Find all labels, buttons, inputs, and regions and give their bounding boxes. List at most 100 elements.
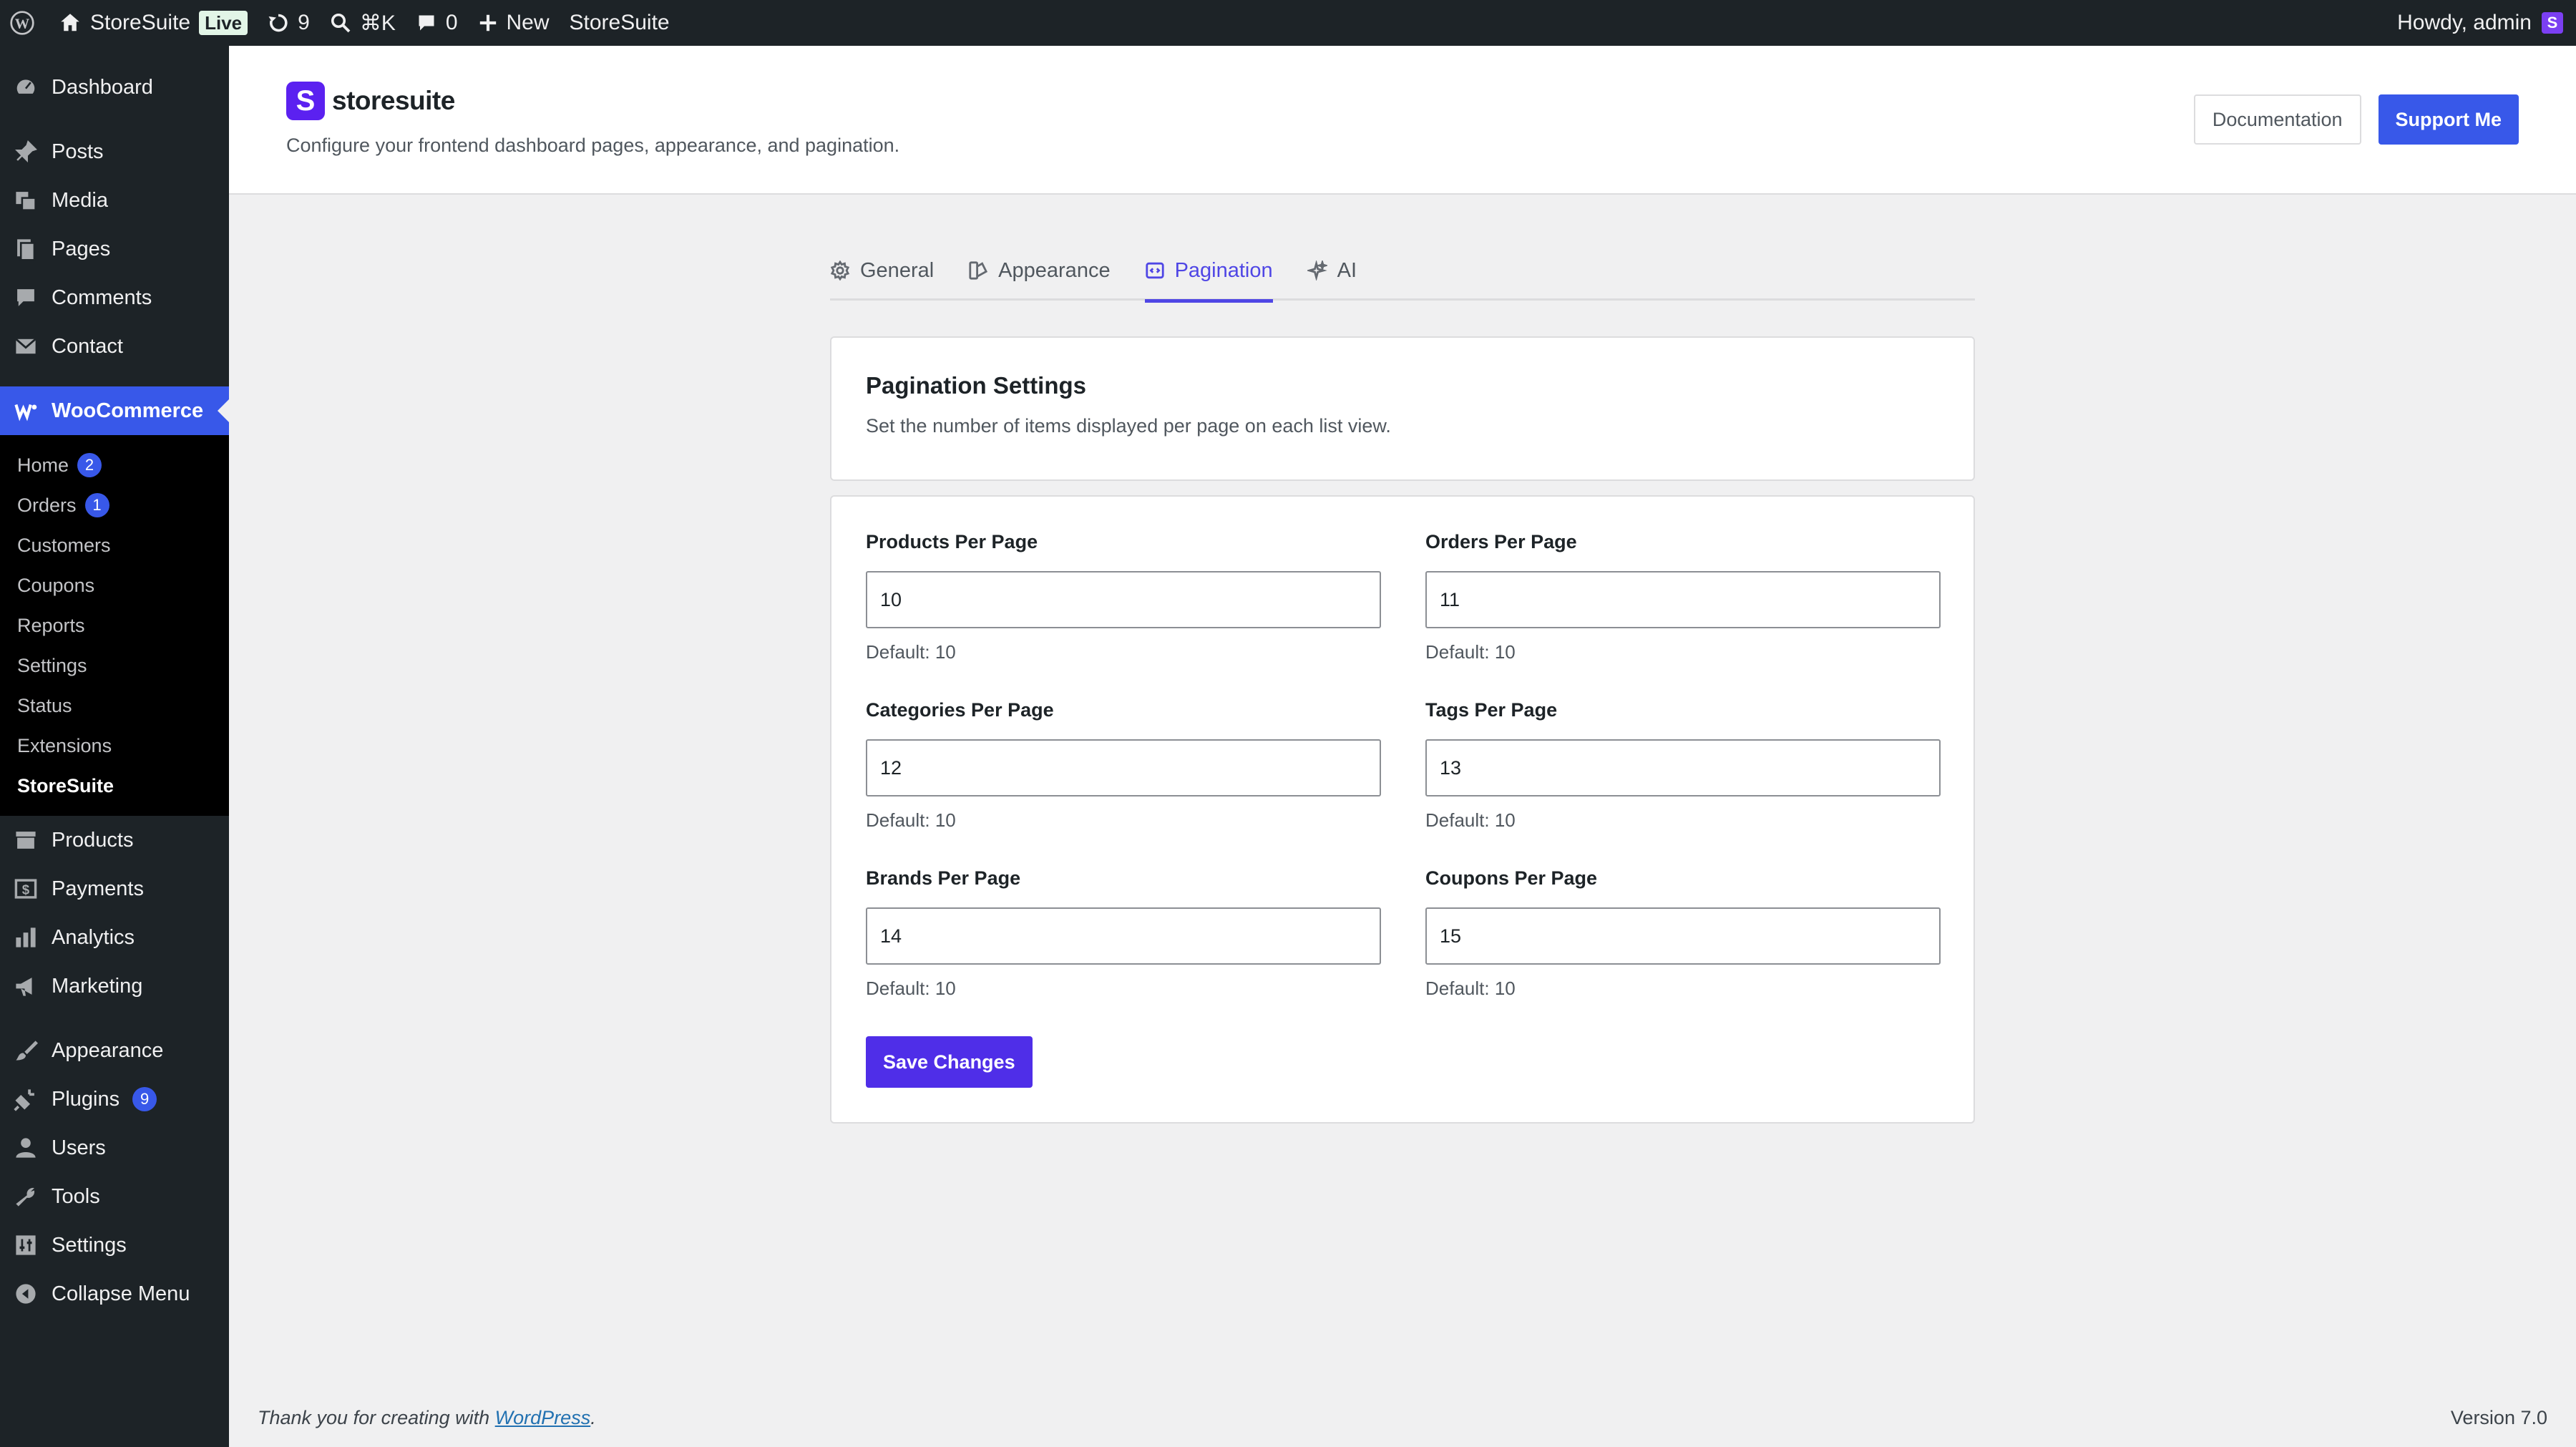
sidebar-item-pages[interactable]: Pages — [0, 225, 229, 273]
media-icon — [13, 187, 39, 213]
field-label: Orders Per Page — [1425, 531, 1577, 552]
categories-per-page-field: Categories Per Page Default: 10 — [866, 699, 1381, 832]
user-icon — [13, 1135, 39, 1161]
sidebar-item-posts[interactable]: Posts — [0, 127, 229, 176]
sidebar-item-analytics[interactable]: Analytics — [0, 913, 229, 962]
new-label: New — [506, 11, 550, 34]
orders-per-page-input[interactable] — [1425, 571, 1941, 628]
submenu-label: Status — [17, 694, 72, 716]
submenu-label: Settings — [17, 654, 87, 676]
wordpress-link[interactable]: WordPress — [495, 1407, 591, 1428]
footer-version: Version 7.0 — [2450, 1407, 2547, 1428]
comments-count: 0 — [445, 11, 458, 34]
comment-icon — [419, 15, 434, 31]
updates-link[interactable]: 9 — [258, 0, 320, 46]
categories-per-page-input[interactable] — [866, 739, 1381, 796]
plug-icon — [13, 1086, 39, 1112]
field-label: Coupons Per Page — [1425, 867, 1598, 889]
brand-logo: S storesuite — [286, 82, 455, 120]
sidebar-item-label: Appearance — [52, 1038, 164, 1062]
tags-per-page-input[interactable] — [1425, 739, 1941, 796]
sidebar-item-label: Payments — [52, 877, 144, 900]
footer-thanks: Thank you for creating with WordPress. — [258, 1407, 596, 1429]
sidebar-item-label: Products — [52, 828, 134, 852]
sidebar-item-appearance[interactable]: Appearance — [0, 1026, 229, 1075]
section-description: Set the number of items displayed per pa… — [866, 415, 1391, 437]
sidebar-item-users[interactable]: Users — [0, 1124, 229, 1172]
new-content-link[interactable]: New — [468, 0, 560, 46]
tab-ai[interactable]: AI — [1307, 240, 1357, 301]
wordpress-logo-icon[interactable]: W — [0, 0, 49, 46]
field-hint: Default: 10 — [866, 809, 956, 831]
woocommerce-icon — [13, 398, 39, 424]
field-hint: Default: 10 — [1425, 641, 1516, 663]
brands-per-page-field: Brands Per Page Default: 10 — [866, 867, 1381, 1000]
sidebar-item-marketing[interactable]: Marketing — [0, 962, 229, 1010]
submenu-item-customers[interactable]: Customers — [0, 525, 229, 565]
sliders-icon — [13, 1232, 39, 1258]
live-badge: Live — [199, 11, 248, 35]
comments-icon — [13, 285, 39, 311]
sidebar-item-woocommerce[interactable]: WooCommerce — [0, 386, 229, 435]
admin-sidebar: Dashboard Posts Media Pages Comments Con… — [0, 46, 229, 1447]
sidebar-item-label: Analytics — [52, 925, 135, 949]
collapse-icon — [13, 1281, 39, 1307]
sidebar-item-dashboard[interactable]: Dashboard — [0, 63, 229, 112]
support-button[interactable]: Support Me — [2378, 94, 2519, 145]
collapse-menu-button[interactable]: Collapse Menu — [0, 1270, 229, 1318]
save-changes-button[interactable]: Save Changes — [866, 1036, 1033, 1088]
comments-link[interactable]: 0 — [406, 0, 468, 46]
field-label: Products Per Page — [866, 531, 1038, 552]
site-name-link[interactable]: StoreSuite Live — [49, 0, 258, 46]
submenu-item-orders[interactable]: Orders 1 — [0, 485, 229, 525]
sidebar-item-tools[interactable]: Tools — [0, 1172, 229, 1221]
tab-label: Appearance — [998, 258, 1111, 282]
brands-per-page-input[interactable] — [866, 907, 1381, 965]
products-per-page-input[interactable] — [866, 571, 1381, 628]
submenu-item-extensions[interactable]: Extensions — [0, 726, 229, 766]
coupons-per-page-input[interactable] — [1425, 907, 1941, 965]
sidebar-item-media[interactable]: Media — [0, 176, 229, 225]
settings-tabs: General Appearance Pagination AI — [830, 240, 1975, 303]
field-label: Brands Per Page — [866, 867, 1021, 889]
sidebar-item-label: Dashboard — [52, 75, 153, 99]
sidebar-item-label: Pages — [52, 237, 111, 260]
sidebar-item-contact[interactable]: Contact — [0, 322, 229, 371]
my-account[interactable]: Howdy, admin S — [2397, 11, 2576, 35]
archive-icon — [13, 827, 39, 853]
storesuite-link[interactable]: StoreSuite — [560, 0, 680, 46]
sidebar-item-products[interactable]: Products — [0, 816, 229, 864]
pin-icon — [13, 139, 39, 165]
submenu-item-home[interactable]: Home 2 — [0, 445, 229, 485]
submenu-item-status[interactable]: Status — [0, 686, 229, 726]
submenu-item-coupons[interactable]: Coupons — [0, 565, 229, 605]
refresh-icon — [268, 14, 288, 32]
field-hint: Default: 10 — [866, 641, 956, 663]
storesuite-label: StoreSuite — [569, 11, 670, 34]
submenu-label: Customers — [17, 534, 111, 556]
avatar: S — [2542, 12, 2563, 34]
documentation-button[interactable]: Documentation — [2193, 94, 2361, 145]
tab-appearance[interactable]: Appearance — [968, 240, 1111, 301]
submenu-item-settings[interactable]: Settings — [0, 645, 229, 686]
sidebar-item-comments[interactable]: Comments — [0, 273, 229, 322]
dollar-icon: $ — [13, 876, 39, 902]
tags-per-page-field: Tags Per Page Default: 10 — [1425, 699, 1941, 832]
submenu-item-storesuite[interactable]: StoreSuite — [0, 766, 229, 806]
search-shortcut-label: ⌘K — [359, 11, 396, 35]
pagination-intro-card: Pagination Settings Set the number of it… — [830, 336, 1975, 481]
sidebar-item-settings[interactable]: Settings — [0, 1221, 229, 1270]
submenu-label: Orders — [17, 494, 77, 516]
footer-thanks-prefix: Thank you for creating with — [258, 1407, 495, 1428]
products-per-page-field: Products Per Page Default: 10 — [866, 531, 1381, 663]
submenu-item-reports[interactable]: Reports — [0, 605, 229, 645]
woocommerce-submenu: Home 2 Orders 1 Customers Coupons Reports … — [0, 435, 229, 816]
tab-general[interactable]: General — [830, 240, 934, 301]
tab-pagination[interactable]: Pagination — [1144, 240, 1273, 303]
orders-per-page-field: Orders Per Page Default: 10 — [1425, 531, 1941, 663]
search-shortcut[interactable]: ⌘K — [320, 0, 406, 46]
sidebar-item-payments[interactable]: $ Payments — [0, 864, 229, 913]
field-hint: Default: 10 — [1425, 978, 1516, 999]
sidebar-item-label: Tools — [52, 1184, 100, 1208]
sidebar-item-plugins[interactable]: Plugins 9 — [0, 1075, 229, 1124]
